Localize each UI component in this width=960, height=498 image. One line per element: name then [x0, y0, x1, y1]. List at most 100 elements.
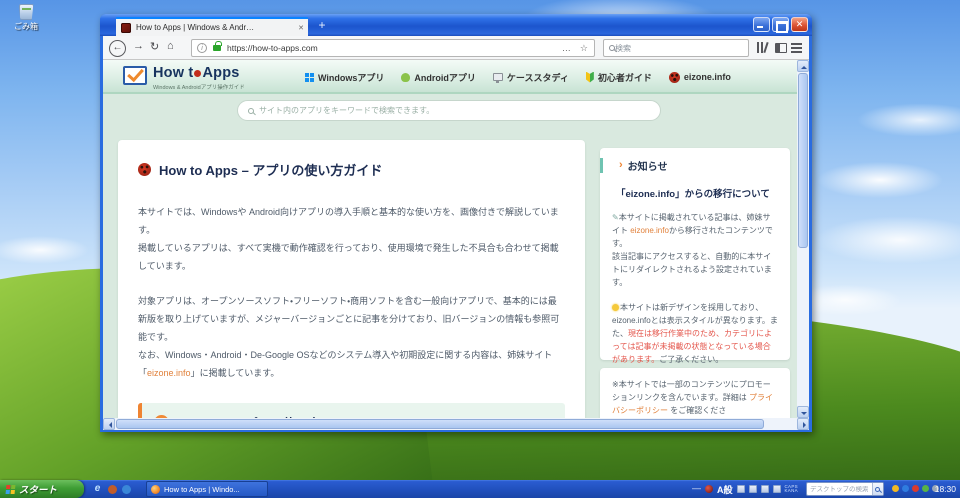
tray-shield-icon[interactable]	[892, 485, 899, 492]
nav-item-windows-apps[interactable]: Windowsアプリ	[305, 71, 384, 84]
site-title: How t Apps	[153, 65, 240, 81]
page-info-icon[interactable]: i	[197, 43, 207, 53]
start-button[interactable]: スタート	[0, 480, 84, 498]
home-button[interactable]: ⌂	[167, 40, 174, 52]
beginner-mark-icon	[585, 71, 594, 83]
language-bar: — A般 CAPS KANA	[692, 480, 798, 498]
ime-tool-icon-2[interactable]	[748, 485, 757, 493]
desktop-search-box[interactable]	[806, 482, 884, 496]
page-title: How to Apps – アプリの使い方ガイド	[159, 163, 383, 178]
browser-search-box[interactable]	[603, 39, 749, 57]
intro-paragraph-3: 対象アプリは、オープンソースソフト・フリーソフト・商用ソフトを含む一般向けアプリ…	[138, 296, 560, 342]
promo-paragraph: ※本サイトでは一部のコンテンツにプロモーションリンクを含んでいます。詳細は プラ…	[612, 380, 774, 415]
monitor-icon	[492, 73, 503, 83]
address-bar[interactable]: i https://how-to-apps.com … ☆	[191, 39, 595, 57]
logo-dot-icon	[194, 70, 202, 77]
nav-item-android-apps[interactable]: Androidアプリ	[401, 71, 476, 84]
quick-launch-icon-2[interactable]	[108, 485, 117, 494]
library-icon[interactable]	[756, 41, 769, 54]
site-search-bar[interactable]	[237, 100, 661, 121]
forward-button[interactable]: →	[133, 40, 144, 52]
tab-title: How to Apps | Windows & Andr…	[136, 23, 255, 32]
sidebar-toggle-icon[interactable]	[775, 43, 787, 53]
notice-card: › お知らせ 「eizone.info」からの移行について ✎本サイトに掲載され…	[600, 148, 790, 364]
tray-icon-4[interactable]	[922, 485, 929, 492]
ime-mode-icon[interactable]	[705, 485, 713, 493]
horizontal-scrollbar[interactable]	[103, 418, 809, 430]
start-label: スタート	[19, 485, 58, 496]
notice-subtitle: 「eizone.info」からの移行について	[616, 189, 770, 200]
notice-header: › お知らせ	[600, 158, 778, 173]
nav-item-beginner-guide[interactable]: 初心者ガイド	[585, 71, 652, 84]
pencil-icon: ✎	[612, 213, 619, 222]
recycle-bin-label: ごみ箱	[14, 22, 38, 31]
horizontal-scroll-thumb[interactable]	[116, 419, 764, 429]
quick-launch-icon-3[interactable]	[122, 485, 131, 494]
quick-launch: e	[92, 482, 131, 495]
ime-tool-icon-1[interactable]	[736, 485, 745, 493]
firefox-icon	[151, 484, 160, 494]
sidebar-eizone-link[interactable]: eizone.info	[630, 226, 669, 235]
site-search-input[interactable]	[259, 106, 660, 115]
browser-search-input[interactable]	[615, 43, 748, 53]
tray-icon-3[interactable]	[912, 485, 919, 492]
recycle-bin-shortcut[interactable]: ごみ箱	[6, 4, 46, 32]
window-maximize-button[interactable]	[772, 17, 789, 33]
intro-paragraph-1: 本サイトでは、Windowsや Android向けアプリの導入手順と基本的な使い…	[138, 207, 559, 235]
scroll-up-button[interactable]	[797, 60, 809, 72]
scroll-left-button[interactable]	[103, 418, 115, 430]
android-icon	[401, 72, 411, 82]
ime-tool-icon-4[interactable]	[772, 485, 781, 493]
url-text[interactable]: https://how-to-apps.com	[227, 43, 562, 53]
langbar-minimize-icon[interactable]: —	[692, 483, 701, 493]
taskbar-window-button[interactable]: How to Apps | Windo...	[146, 481, 268, 497]
heading-ladybug-icon	[138, 163, 151, 176]
browser-tab[interactable]: How to Apps | Windows & Andr… ✕	[116, 17, 308, 36]
https-lock-icon	[213, 41, 222, 51]
desktop: ごみ箱 How to Apps | Windows & Andr… ✕ + ✕ …	[0, 0, 960, 498]
browser-toolbar: ← → ↻ ⌂ i https://how-to-apps.com … ☆	[103, 36, 809, 60]
site-search-icon	[248, 107, 254, 114]
nav-item-eizone[interactable]: eizone.info	[668, 71, 731, 83]
taskbar-clock[interactable]: 18:30	[935, 480, 956, 498]
desktop-search-input[interactable]	[810, 485, 872, 493]
tray-icon-2[interactable]	[902, 485, 909, 492]
nav-item-case-study[interactable]: ケーススタディ	[492, 71, 569, 84]
menu-hamburger-icon[interactable]	[791, 47, 802, 49]
vertical-scroll-thumb[interactable]	[798, 73, 808, 248]
reload-button[interactable]: ↻	[150, 40, 159, 53]
scroll-right-button[interactable]	[797, 418, 809, 430]
windows-logo-icon	[305, 72, 314, 82]
vertical-scrollbar[interactable]	[797, 60, 809, 418]
notice-paragraph-2: 該当記事にアクセスすると、自動的に本サイトにリダイレクトされるよう設定されていま…	[612, 252, 772, 287]
notice-title: お知らせ	[627, 162, 668, 173]
caps-kana-indicator: CAPS KANA	[784, 483, 798, 493]
eizone-link[interactable]: eizone.info	[147, 368, 191, 378]
search-icon	[609, 45, 615, 51]
site-header: How t Apps Windows & Androidアプリ操作ガイド Wind…	[103, 60, 797, 94]
lightbulb-icon	[612, 304, 619, 311]
site-nav: Windowsアプリ Androidアプリ ケーススタディ 初心者ガイド eiz…	[305, 60, 731, 94]
page-viewport: How t Apps Windows & Androidアプリ操作ガイド Wind…	[103, 60, 797, 418]
scroll-down-button[interactable]	[797, 406, 809, 418]
window-close-button[interactable]: ✕	[791, 17, 808, 32]
recycle-bin-icon	[18, 4, 34, 20]
notice-paragraph-1: ✎本サイトに掲載されている記事は、姉妹サイト eizone.infoから移行され…	[612, 213, 773, 248]
window-titlebar[interactable]: How to Apps | Windows & Andr… ✕ + ✕	[100, 14, 812, 36]
back-button[interactable]: ←	[109, 40, 126, 57]
ime-label[interactable]: A般	[717, 483, 733, 496]
bookmark-star-icon[interactable]: ☆	[580, 43, 588, 54]
window-minimize-button[interactable]	[753, 17, 770, 32]
site-favicon-icon	[121, 22, 131, 33]
section-heading-band: ✓ Windowsアプリの使い方	[138, 403, 565, 418]
windows-flag-icon	[5, 484, 16, 494]
desktop-search-button[interactable]	[871, 483, 883, 495]
site-logo[interactable]: How t Apps Windows & Androidアプリ操作ガイド	[123, 64, 245, 91]
internet-explorer-icon[interactable]: e	[92, 482, 103, 495]
new-tab-button[interactable]: +	[314, 18, 330, 34]
ime-tool-icon-3[interactable]	[760, 485, 769, 493]
intro-paragraph-2: 掲載しているアプリは、すべて実機で動作確認を行っており、使用環境で発生した不具合…	[138, 243, 559, 271]
tab-close-icon[interactable]: ✕	[298, 24, 304, 32]
ladybug-icon	[668, 71, 680, 83]
page-actions-icon[interactable]: …	[562, 43, 572, 53]
